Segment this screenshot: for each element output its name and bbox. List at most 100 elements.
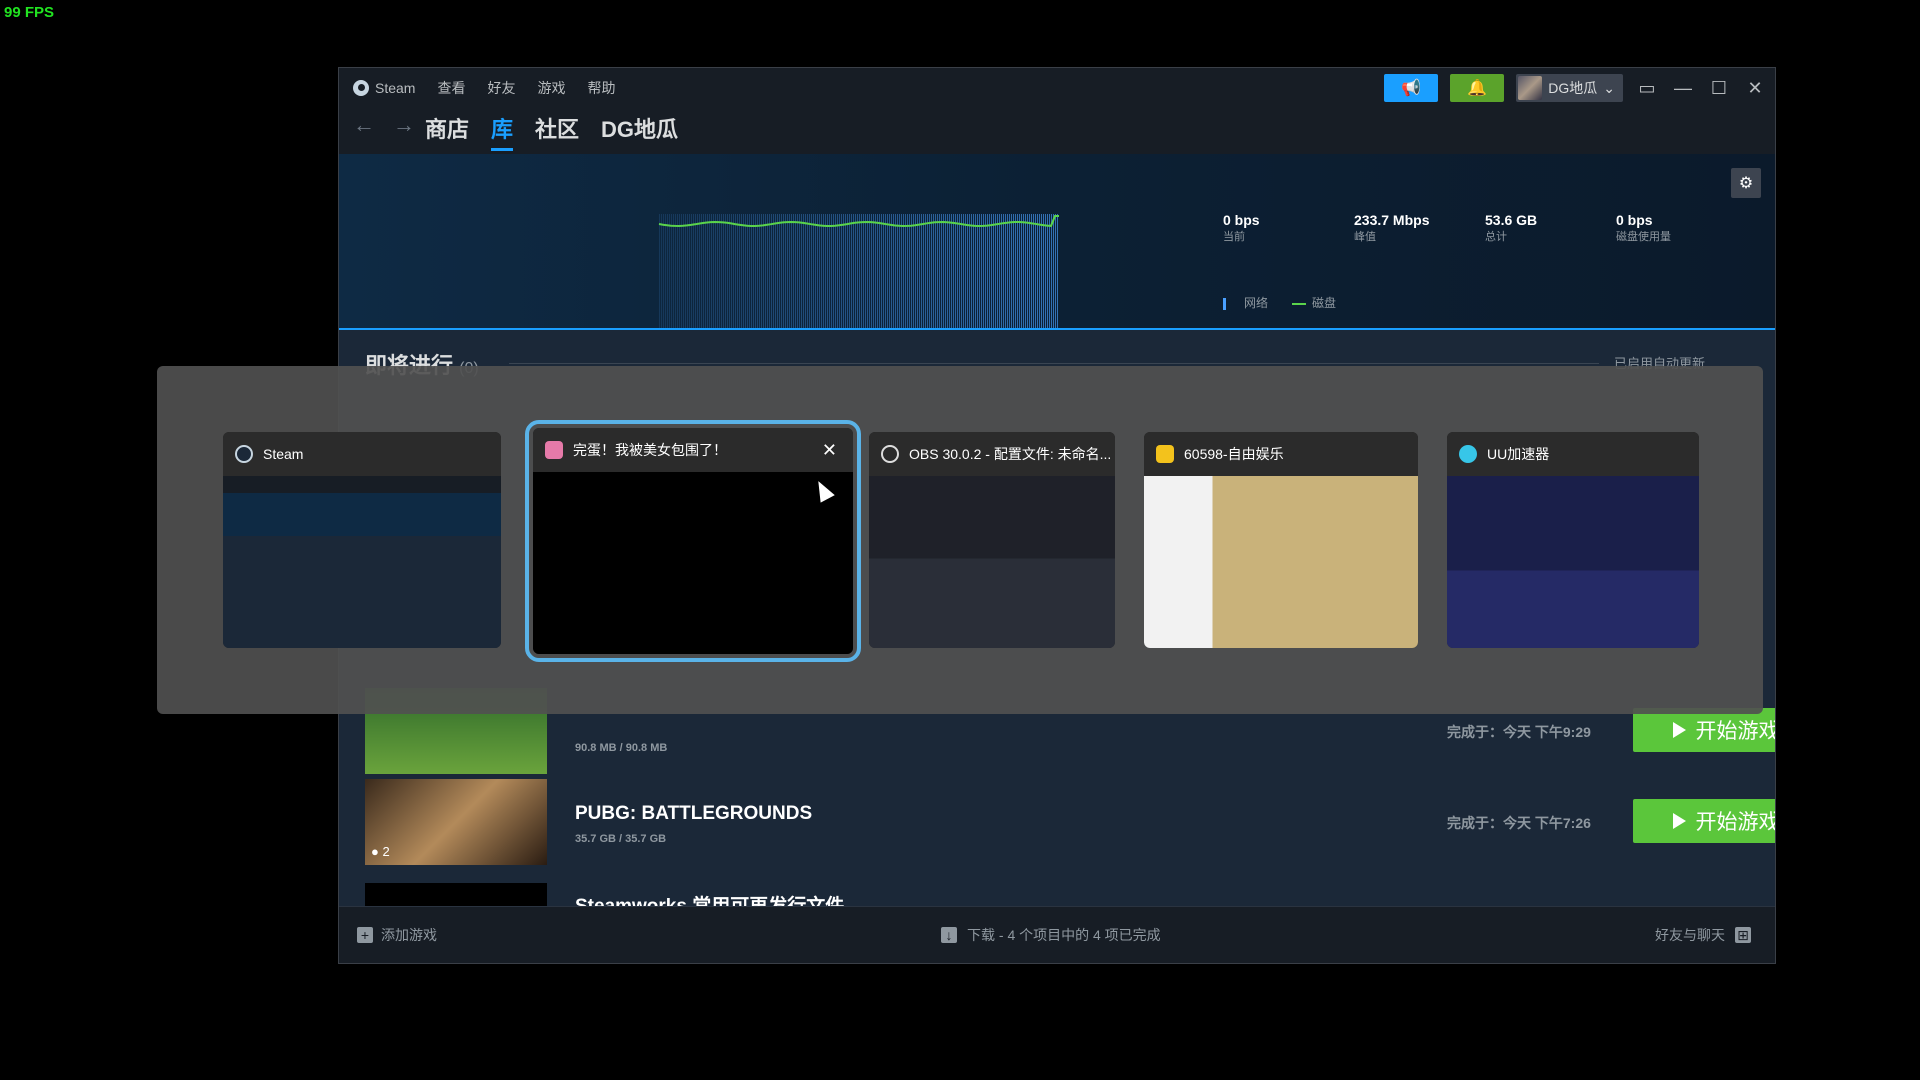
plus-icon: + [357, 927, 373, 943]
back-arrow-icon[interactable]: ← [353, 112, 375, 138]
tab-community[interactable]: 社区 [535, 112, 579, 151]
network-bar [839, 214, 840, 328]
menu-games[interactable]: 游戏 [537, 78, 565, 98]
minimize-button[interactable]: — [1671, 78, 1695, 99]
network-bar [775, 214, 776, 328]
network-bar [831, 214, 832, 328]
window-card-obs[interactable]: OBS 30.0.2 - 配置文件: 未命名... [869, 432, 1115, 648]
network-bar [1043, 214, 1044, 328]
network-bar [747, 214, 748, 328]
network-bar [899, 214, 900, 328]
window-card-game[interactable]: 完蛋！我被美女包围了！ ✕ [525, 420, 861, 662]
stat-disk: 0 bps 磁盘使用量 [1616, 212, 1747, 244]
network-bar [715, 214, 716, 328]
friends-chat-button[interactable]: 好友与聊天 ⊞ [1655, 925, 1751, 945]
network-bar [861, 214, 862, 328]
window-preview [1447, 476, 1699, 648]
obs-icon [881, 445, 899, 463]
window-preview [869, 476, 1115, 648]
game-title[interactable]: Steamworks 常用可再发行文件 [575, 891, 844, 907]
tab-store[interactable]: 商店 [425, 112, 469, 151]
network-bar [1003, 214, 1004, 328]
network-bar [731, 214, 732, 328]
megaphone-icon: 📢 [1401, 80, 1422, 97]
maximize-button[interactable]: ☐ [1707, 78, 1731, 99]
stat-current: 0 bps 当前 [1223, 212, 1354, 244]
network-bar [917, 214, 918, 328]
network-bar [857, 214, 858, 328]
network-bar [805, 214, 806, 328]
announcement-button[interactable]: 📢 [1384, 74, 1439, 102]
network-bar [1027, 214, 1028, 328]
game-title[interactable]: PUBG: BATTLEGROUNDS [575, 803, 812, 825]
game-size-done: 90.8 MB [575, 742, 617, 754]
network-bar [841, 214, 842, 328]
title-bar-controls: 📢 🔔 DG地瓜 ⌄ ▭ — ☐ ✕ [1384, 74, 1767, 102]
account-menu[interactable]: DG地瓜 ⌄ [1516, 74, 1623, 102]
network-bar [833, 214, 834, 328]
nav-tabs: 商店 库 社区 DG地瓜 [425, 112, 678, 151]
completed-time: 完成于：今天 下午7:26 [1447, 815, 1591, 831]
network-bar [919, 214, 920, 328]
network-bar [741, 214, 742, 328]
network-bar [763, 214, 764, 328]
window-card-yy[interactable]: 60598-自由娱乐 [1144, 432, 1418, 648]
network-bar [1009, 214, 1010, 328]
network-bar [705, 214, 706, 328]
gear-icon[interactable]: ⚙ [1731, 168, 1761, 198]
avatar [1518, 76, 1543, 100]
network-bar [989, 214, 990, 328]
tab-library[interactable]: 库 [491, 112, 514, 151]
network-bar [683, 214, 684, 328]
steam-menu[interactable]: Steam [353, 80, 415, 96]
network-bar [891, 214, 892, 328]
add-game-button[interactable]: + 添加游戏 [357, 925, 437, 945]
big-picture-icon[interactable]: ▭ [1635, 78, 1659, 99]
network-bar [883, 214, 884, 328]
network-bar [851, 214, 852, 328]
game-thumbnail[interactable] [365, 883, 547, 907]
network-bar [871, 214, 872, 328]
network-bar [985, 214, 986, 328]
network-bar [1033, 214, 1034, 328]
network-bar [873, 214, 874, 328]
network-bar [925, 214, 926, 328]
notification-button[interactable]: 🔔 [1450, 74, 1505, 102]
network-bar [665, 214, 666, 328]
legend-disk: 磁盘 [1292, 294, 1336, 311]
network-bar [817, 214, 818, 328]
close-icon[interactable]: ✕ [822, 440, 837, 461]
network-bar [759, 214, 760, 328]
network-bar [1015, 214, 1016, 328]
network-bar [869, 214, 870, 328]
download-status[interactable]: ↓ 下载 - 4 个项目中的 4 项已完成 [941, 925, 1161, 945]
play-button[interactable]: 开始游戏 [1633, 799, 1775, 843]
window-card-steam[interactable]: Steam [223, 432, 501, 648]
network-bar [941, 214, 942, 328]
menu-view[interactable]: 查看 [437, 78, 465, 98]
network-bar [847, 214, 848, 328]
window-card-uu[interactable]: UU加速器 [1447, 432, 1699, 648]
window-card-title: 完蛋！我被美女包围了！ [533, 428, 853, 472]
network-bar [701, 214, 702, 328]
menu-friends[interactable]: 好友 [487, 78, 515, 98]
network-bar [737, 214, 738, 328]
tab-profile[interactable]: DG地瓜 [601, 112, 678, 151]
bell-icon: 🔔 [1467, 80, 1488, 97]
network-bar [1037, 214, 1038, 328]
network-bar [1011, 214, 1012, 328]
play-icon [1672, 813, 1686, 829]
network-bar [695, 214, 696, 328]
network-bar [999, 214, 1000, 328]
add-game-label: 添加游戏 [381, 927, 437, 943]
update-badge: ● 2 [371, 844, 390, 859]
network-bar [853, 214, 854, 328]
window-preview [1144, 476, 1418, 648]
forward-arrow-icon[interactable]: → [393, 112, 415, 138]
network-bar [881, 214, 882, 328]
close-window-button[interactable]: ✕ [1743, 78, 1767, 99]
game-thumbnail[interactable]: ● 2 [365, 779, 547, 865]
network-bar [767, 214, 768, 328]
play-button[interactable]: 开始游戏 [1633, 708, 1775, 752]
menu-help[interactable]: 帮助 [587, 78, 615, 98]
